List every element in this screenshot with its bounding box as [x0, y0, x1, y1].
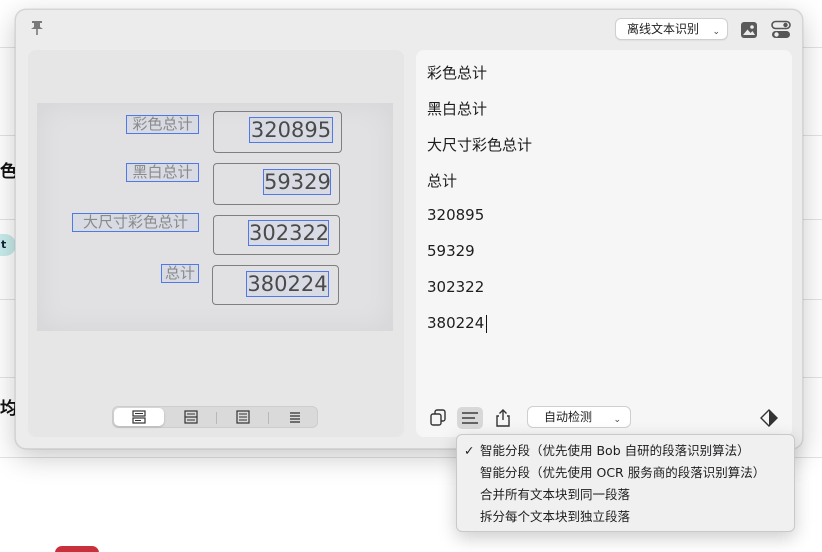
photo-text-block: 彩色总计 [126, 115, 199, 134]
source-image-panel: 彩色总计 黑白总计 大尺寸彩色总计 总计 320895 59329 302322… [28, 50, 404, 437]
menu-item-label: 智能分段（优先使用 OCR 服务商的段落识别算法） [480, 465, 766, 480]
lines-layout-icon [236, 410, 250, 424]
language-select[interactable]: 自动检测 ⌄ [527, 406, 631, 428]
toggle-panel-icon[interactable] [770, 20, 792, 40]
layout-option-text[interactable] [270, 408, 320, 426]
photo-text-block: 黑白总计 [126, 163, 199, 182]
blocks-layout-icon [132, 410, 146, 424]
text-layout-icon [290, 412, 300, 423]
result-line[interactable]: 总计 [427, 170, 457, 191]
source-photo: 彩色总计 黑白总计 大尺寸彩色总计 总计 320895 59329 302322… [37, 103, 393, 331]
segment-divider [268, 412, 269, 424]
paragraph-mode-icon[interactable] [457, 407, 483, 429]
menu-item-label: 智能分段（优先使用 Bob 自研的段落识别算法） [480, 443, 750, 458]
photo-text-block: 320895 [249, 117, 333, 143]
layout-option-lines[interactable] [218, 408, 268, 426]
menu-item-split-each[interactable]: 拆分每个文本块到独立段落 [457, 506, 794, 528]
menu-item-smart-bob[interactable]: ✓ 智能分段（优先使用 Bob 自研的段落识别算法） [457, 440, 794, 462]
layout-option-split[interactable] [166, 408, 216, 426]
result-line[interactable]: 黑白总计 [427, 98, 487, 119]
photo-text-block: 大尺寸彩色总计 [72, 213, 199, 232]
photo-text-block: 总计 [161, 264, 199, 283]
pin-icon[interactable] [28, 19, 46, 37]
result-line[interactable]: 302322 [427, 278, 484, 296]
paragraph-mode-menu: ✓ 智能分段（优先使用 Bob 自研的段落识别算法） 智能分段（优先使用 OCR… [456, 434, 795, 532]
result-text-panel[interactable]: 彩色总计 黑白总计 大尺寸彩色总计 总计 320895 59329 302322… [416, 50, 792, 437]
menu-item-merge-all[interactable]: 合并所有文本块到同一段落 [457, 484, 794, 506]
photo-text-block: 302322 [248, 220, 330, 246]
translate-icon[interactable] [758, 407, 780, 429]
chevron-down-icon: ⌄ [613, 415, 621, 425]
copy-icon[interactable] [427, 407, 449, 429]
chevron-down-icon: ⌄ [712, 27, 720, 37]
bg-badge [55, 546, 99, 552]
split-layout-icon [184, 410, 198, 424]
image-icon[interactable] [739, 20, 759, 40]
language-label: 自动检测 [544, 410, 593, 424]
checkmark-icon: ✓ [464, 443, 475, 458]
ocr-service-select[interactable]: 离线文本识别 ⌄ [615, 18, 728, 40]
result-line[interactable]: 大尺寸彩色总计 [427, 134, 532, 155]
layout-option-blocks[interactable] [114, 408, 164, 426]
ocr-service-label: 离线文本识别 [627, 22, 700, 36]
segment-divider [216, 412, 217, 424]
photo-text-block: 380224 [246, 271, 329, 297]
result-line[interactable]: 彩色总计 [427, 62, 487, 83]
menu-item-smart-ocr[interactable]: 智能分段（优先使用 OCR 服务商的段落识别算法） [457, 462, 794, 484]
result-line[interactable]: 320895 [427, 206, 484, 224]
photo-text-block: 59329 [263, 169, 331, 195]
ocr-window: 离线文本识别 ⌄ 彩色总计 黑白总计 大尺寸彩色总计 总计 320895 593… [15, 9, 803, 449]
share-icon[interactable] [492, 407, 514, 429]
layout-segmented-control [112, 406, 318, 428]
text-caret [486, 315, 487, 333]
menu-item-label: 拆分每个文本块到独立段落 [480, 509, 631, 524]
result-line[interactable]: 59329 [427, 242, 475, 260]
menu-item-label: 合并所有文本块到同一段落 [480, 487, 631, 502]
result-line[interactable]: 380224 [427, 314, 484, 332]
